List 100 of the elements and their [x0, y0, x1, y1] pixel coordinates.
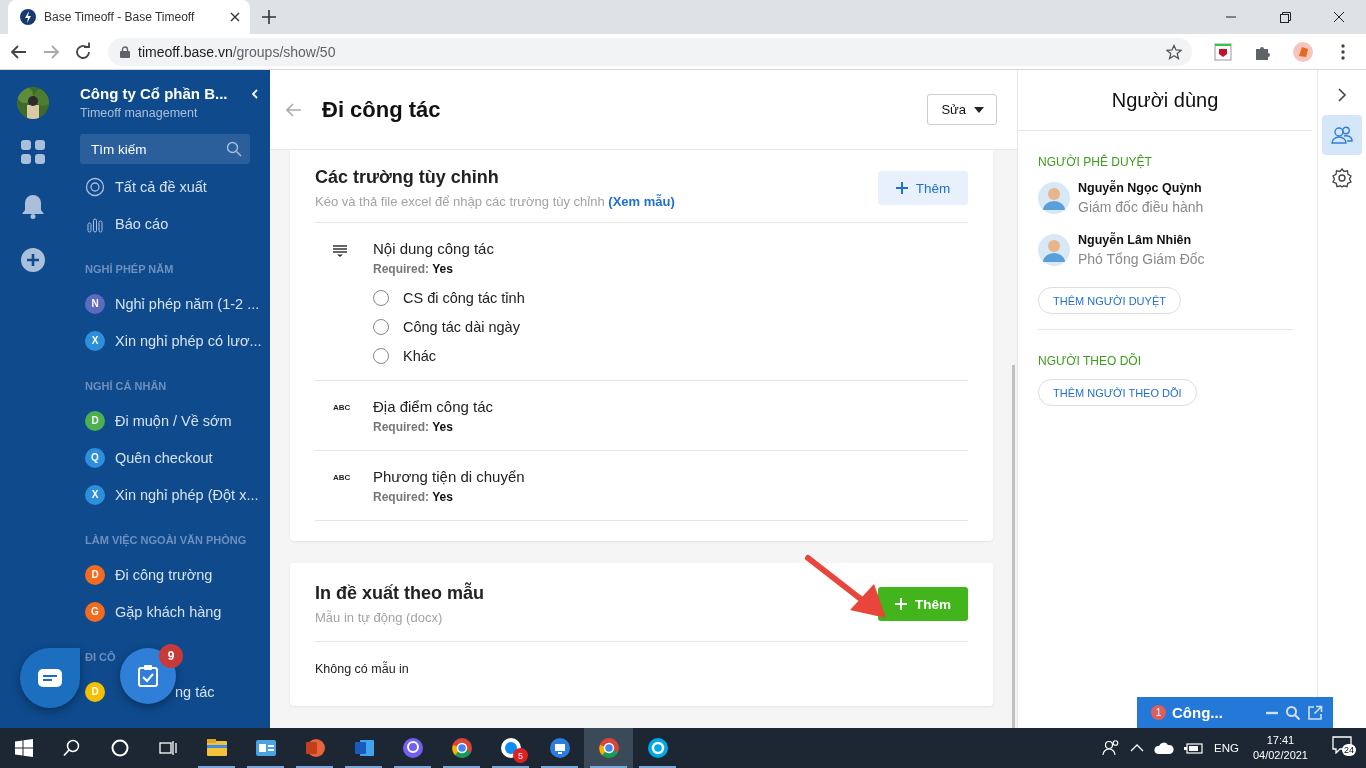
- bell-icon[interactable]: [19, 193, 46, 219]
- sidebar-section-title: NGHỈ PHÉP NĂM: [84, 262, 174, 277]
- person-name: Nguyễn Lâm Nhiên: [1078, 233, 1193, 247]
- letter-avatar: D: [85, 681, 105, 702]
- app-icon: [449, 736, 474, 760]
- avatar-icon: [1038, 234, 1070, 266]
- letter-avatar: G: [85, 601, 105, 622]
- search-field[interactable]: Tìm kiếm: [80, 134, 250, 164]
- apps-grid-icon[interactable]: [19, 139, 46, 165]
- field-name: Nội dung công tác: [373, 240, 495, 257]
- option-label: CS đi công tác tỉnh: [403, 290, 525, 306]
- language-indicator[interactable]: ENG: [1214, 742, 1239, 754]
- page-title: Đi công tác: [322, 96, 441, 123]
- sidebar-item[interactable]: Gặp khách hàng: [115, 603, 222, 620]
- browser-tab[interactable]: Base Timeoff - Base Timeoff: [8, 0, 250, 34]
- add-button[interactable]: Thêm: [878, 171, 968, 205]
- required-label: Required:: [373, 420, 429, 434]
- avatar-icon: [1038, 182, 1070, 214]
- card-title: Các trường tùy chỉnh: [315, 167, 500, 188]
- letter-avatar: X: [85, 330, 105, 351]
- cloud-icon[interactable]: [1154, 741, 1174, 755]
- app-subtitle: Timeoff management: [80, 106, 199, 120]
- person-role: Giám đốc điều hành: [1078, 199, 1204, 215]
- field-name: Phương tiện di chuyển: [373, 468, 525, 485]
- card-subtitle: Mẫu in tự động (docx): [315, 610, 444, 625]
- sidebar-section-title: ĐI CÔ: [84, 650, 116, 665]
- lock-icon: [120, 45, 130, 58]
- app-badge: 5: [513, 748, 528, 763]
- panel-title: Người dùng: [1018, 70, 1312, 131]
- clipboard-check-icon: [137, 664, 159, 688]
- required-value: Yes: [432, 262, 453, 276]
- message-icon: [37, 668, 63, 688]
- app-icon: [596, 736, 621, 760]
- chat-popup-bar[interactable]: 1 Công...: [1137, 697, 1333, 728]
- taskbar-button[interactable]: 5: [486, 728, 535, 768]
- add-approver-button[interactable]: THÊM NGƯỜI DUYỆT: [1038, 287, 1181, 314]
- section-label: NGƯỜI THEO DÕI: [1038, 354, 1142, 368]
- shield-extension-icon[interactable]: [1212, 40, 1234, 63]
- letter-avatar: Q: [85, 447, 105, 468]
- clock[interactable]: 17:41 04/02/2021: [1252, 733, 1308, 763]
- required-value: Yes: [432, 490, 453, 504]
- sidebar-link[interactable]: Báo cáo: [115, 215, 169, 232]
- letter-avatar: D: [85, 410, 105, 431]
- sidebar-item[interactable]: ng tác: [175, 683, 215, 700]
- letter-avatar: X: [85, 484, 105, 505]
- lightning-icon: [20, 9, 36, 25]
- chevron-up-icon[interactable]: [1130, 743, 1144, 753]
- collapse-icon[interactable]: [250, 89, 260, 99]
- sidebar-link[interactable]: Tất cả đề xuất: [115, 178, 207, 195]
- sidebar-item[interactable]: Quên checkout: [115, 449, 213, 466]
- text-type-icon: ABC: [333, 401, 353, 415]
- field-name: Địa điểm công tác: [373, 398, 494, 415]
- sidebar-section-title: LÀM VIỆC NGOÀI VĂN PHÒNG: [84, 533, 247, 549]
- card-title: In đề xuất theo mẫu: [315, 583, 485, 604]
- sample-link[interactable]: (Xem mẫu): [608, 194, 675, 209]
- star-icon[interactable]: [1166, 43, 1182, 60]
- address-bar[interactable]: timeoff.base.vn/groups/show/50: [108, 37, 1192, 66]
- fox-extension-icon[interactable]: [1292, 40, 1314, 63]
- card-hint: Kéo và thả file excel để nhập các trường tùy chỉnh (Xem mẫu): [315, 194, 675, 209]
- battery-icon[interactable]: [1184, 741, 1204, 755]
- edit-dropdown[interactable]: Sửa: [927, 94, 997, 125]
- people-icon[interactable]: [1102, 739, 1120, 757]
- caret-icon: [974, 106, 984, 113]
- settings-icon: [1332, 168, 1352, 188]
- scrollbar[interactable]: [1012, 365, 1015, 728]
- open-external-icon[interactable]: [1307, 704, 1323, 721]
- chat-title: Công...: [1172, 704, 1223, 721]
- app-icon: [400, 736, 425, 760]
- sidebar-item[interactable]: Nghỉ phép năm (1-2 ...: [115, 295, 260, 312]
- app-icon: [547, 736, 572, 760]
- paragraph-icon: [333, 245, 347, 257]
- required-label: Required:: [373, 490, 429, 504]
- text-type-icon: ABC: [333, 471, 353, 485]
- unread-badge: 1: [1151, 705, 1166, 720]
- add-icon[interactable]: [19, 247, 46, 273]
- add-follower-button[interactable]: THÊM NGƯỜI THEO DÕI: [1038, 379, 1197, 406]
- users-icon: [1331, 126, 1353, 144]
- option-label: Công tác dài ngày: [403, 319, 520, 335]
- expand-icon[interactable]: [1337, 88, 1347, 102]
- company-name: Công ty Cổ phần B...: [80, 85, 228, 102]
- section-label: NGƯỜI PHÊ DUYỆT: [1038, 155, 1153, 169]
- target-icon: [85, 176, 105, 197]
- sidebar-item[interactable]: Xin nghỉ phép (Đột x...: [115, 486, 259, 503]
- plus-icon: [895, 182, 908, 194]
- option-label: Khác: [403, 348, 437, 364]
- letter-avatar: D: [85, 564, 105, 585]
- letter-avatar: N: [85, 293, 105, 314]
- new-tab-icon[interactable]: [262, 10, 276, 24]
- required-value: Yes: [432, 420, 453, 434]
- sidebar-section-title: NGHỈ CÁ NHÂN: [84, 379, 167, 394]
- sidebar-item[interactable]: Đi công trường: [115, 566, 213, 583]
- plus-icon: [895, 598, 907, 610]
- person-name: Nguyễn Ngọc Quỳnh: [1078, 181, 1203, 195]
- required-label: Required:: [373, 262, 429, 276]
- sidebar-item[interactable]: Đi muộn / Về sớm: [115, 412, 232, 429]
- close-icon[interactable]: [230, 12, 240, 22]
- empty-message: Không có mẫu in: [315, 660, 410, 678]
- sidebar-item[interactable]: Xin nghỉ phép có lươ...: [115, 332, 262, 349]
- person-role: Phó Tổng Giám Đốc: [1078, 251, 1205, 267]
- app-icon: [645, 736, 670, 760]
